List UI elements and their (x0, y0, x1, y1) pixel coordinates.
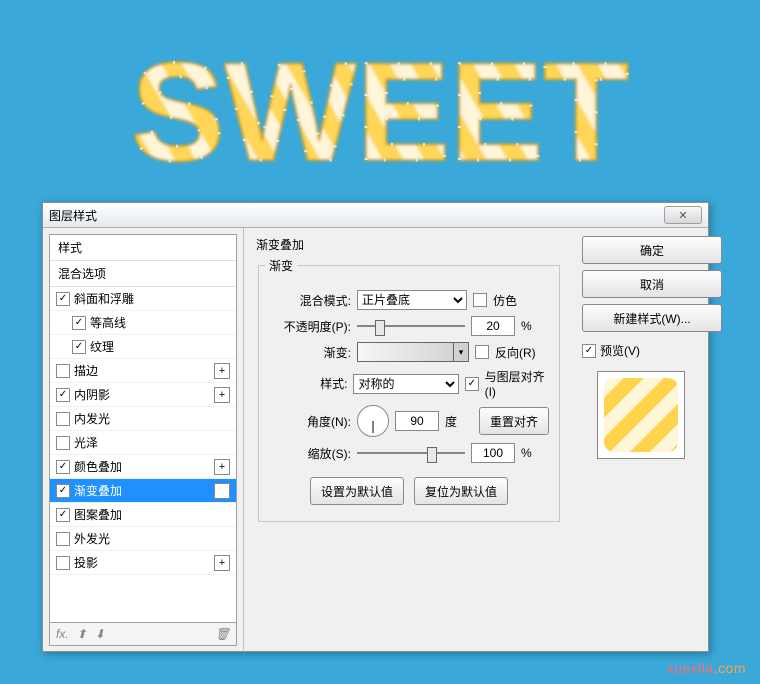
align-checkbox[interactable] (465, 377, 479, 391)
effect-row[interactable]: 投影 + (50, 551, 236, 575)
effect-row[interactable]: 描边 + (50, 359, 236, 383)
section-title: 渐变叠加 (256, 236, 562, 253)
effect-checkbox[interactable] (72, 316, 86, 330)
effect-checkbox[interactable] (72, 340, 86, 354)
effect-label: 光泽 (74, 434, 98, 451)
opacity-value[interactable]: 20 (471, 316, 515, 336)
effect-label: 图案叠加 (74, 506, 122, 523)
effect-label: 内阴影 (74, 386, 110, 403)
dialog-titlebar[interactable]: 图层样式 ✕ (43, 203, 708, 228)
effects-list: 样式 混合选项 斜面和浮雕等高线纹理描边 + 内阴影 + 内发光光泽颜色叠加 + 渐变叠加 +… (49, 234, 237, 623)
effect-label: 描边 (74, 362, 98, 379)
watermark: xuexila.com (667, 660, 746, 676)
angle-label: 角度(N): (265, 413, 351, 430)
effect-label: 纹理 (90, 338, 114, 355)
reverse-label: 反向(R) (495, 344, 536, 361)
new-style-button[interactable]: 新建样式(W)... (582, 304, 722, 332)
effect-row[interactable]: 颜色叠加 + (50, 455, 236, 479)
effect-checkbox[interactable] (56, 532, 70, 546)
effect-checkbox[interactable] (56, 412, 70, 426)
reset-default-button[interactable]: 复位为默认值 (414, 477, 508, 505)
opacity-label: 不透明度(P): (265, 318, 351, 335)
gradient-fieldset: 渐变 混合模式: 正片叠底 仿色 不透明度(P): 20 % 渐变: ▾ (258, 257, 560, 522)
fx-label: fx. (56, 627, 69, 641)
preview-checkbox[interactable] (582, 344, 596, 358)
effect-row[interactable]: 斜面和浮雕 (50, 287, 236, 311)
effect-checkbox[interactable] (56, 436, 70, 450)
close-button[interactable]: ✕ (664, 206, 702, 224)
expand-icon[interactable]: + (214, 387, 230, 403)
reset-align-button[interactable]: 重置对齐 (479, 407, 549, 435)
effect-row[interactable]: 内阴影 + (50, 383, 236, 407)
dither-checkbox[interactable] (473, 293, 487, 307)
effect-checkbox[interactable] (56, 460, 70, 474)
reverse-checkbox[interactable] (475, 345, 489, 359)
opacity-slider[interactable] (357, 318, 465, 334)
angle-dial[interactable] (357, 405, 389, 437)
styles-header[interactable]: 样式 (50, 235, 236, 261)
effect-row[interactable]: 纹理 (50, 335, 236, 359)
settings-column: 渐变叠加 渐变 混合模式: 正片叠底 仿色 不透明度(P): 20 % 渐变: (244, 228, 574, 652)
style-select[interactable]: 对称的 (353, 374, 459, 394)
blend-mode-label: 混合模式: (265, 292, 351, 309)
dither-label: 仿色 (493, 292, 517, 309)
effect-checkbox[interactable] (56, 484, 70, 498)
effect-row[interactable]: 渐变叠加 + (50, 479, 236, 503)
blend-mode-select[interactable]: 正片叠底 (357, 290, 467, 310)
trash-icon[interactable]: 🗑 (215, 627, 230, 641)
make-default-button[interactable]: 设置为默认值 (310, 477, 404, 505)
expand-icon[interactable]: + (214, 555, 230, 571)
percent-label: % (521, 319, 532, 333)
effect-label: 渐变叠加 (74, 482, 122, 499)
layer-style-dialog: 图层样式 ✕ 样式 混合选项 斜面和浮雕等高线纹理描边 + 内阴影 + 内发光光泽颜色叠… (42, 202, 709, 652)
expand-icon[interactable]: + (214, 363, 230, 379)
move-down-icon[interactable]: ⬇ (95, 627, 105, 641)
expand-icon[interactable]: + (214, 483, 230, 499)
percent-label-2: % (521, 446, 532, 460)
effect-checkbox[interactable] (56, 364, 70, 378)
effect-row[interactable]: 外发光 (50, 527, 236, 551)
blend-options-header[interactable]: 混合选项 (50, 261, 236, 287)
gradient-dropdown-icon[interactable]: ▾ (453, 343, 468, 361)
align-label: 与图层对齐(I) (485, 368, 553, 399)
effect-checkbox[interactable] (56, 556, 70, 570)
effect-row[interactable]: 等高线 (50, 311, 236, 335)
effect-label: 颜色叠加 (74, 458, 122, 475)
gradient-swatch[interactable]: ▾ (357, 342, 469, 362)
svg-text:SWEET: SWEET (131, 33, 629, 190)
scale-slider[interactable] (357, 445, 465, 461)
effect-checkbox[interactable] (56, 388, 70, 402)
effect-checkbox[interactable] (56, 508, 70, 522)
effect-row[interactable]: 光泽 (50, 431, 236, 455)
canvas-artwork: SWEET SWEET (0, 0, 760, 203)
effect-row[interactable]: 图案叠加 (50, 503, 236, 527)
effect-checkbox[interactable] (56, 292, 70, 306)
dialog-title: 图层样式 (49, 207, 664, 224)
move-up-icon[interactable]: ⬆ (77, 627, 87, 641)
expand-icon[interactable]: + (214, 459, 230, 475)
gradient-label: 渐变: (265, 344, 351, 361)
effect-label: 投影 (74, 554, 98, 571)
degree-label: 度 (445, 413, 457, 430)
right-column: 确定 取消 新建样式(W)... 预览(V) (574, 228, 708, 652)
styles-column: 样式 混合选项 斜面和浮雕等高线纹理描边 + 内阴影 + 内发光光泽颜色叠加 + 渐变叠加 +… (43, 228, 244, 652)
effect-label: 等高线 (90, 314, 126, 331)
cancel-button[interactable]: 取消 (582, 270, 722, 298)
style-label: 样式: (265, 375, 347, 392)
effect-row[interactable]: 内发光 (50, 407, 236, 431)
effect-label: 外发光 (74, 530, 110, 547)
scale-label: 缩放(S): (265, 445, 351, 462)
angle-value[interactable]: 90 (395, 411, 439, 431)
preview-label: 预览(V) (600, 342, 640, 359)
effect-label: 内发光 (74, 410, 110, 427)
fieldset-legend: 渐变 (265, 257, 297, 274)
effects-footer: fx. ⬆ ⬇ 🗑 (49, 623, 237, 646)
preview-thumbnail (597, 371, 685, 459)
effect-label: 斜面和浮雕 (74, 290, 134, 307)
scale-value[interactable]: 100 (471, 443, 515, 463)
ok-button[interactable]: 确定 (582, 236, 722, 264)
